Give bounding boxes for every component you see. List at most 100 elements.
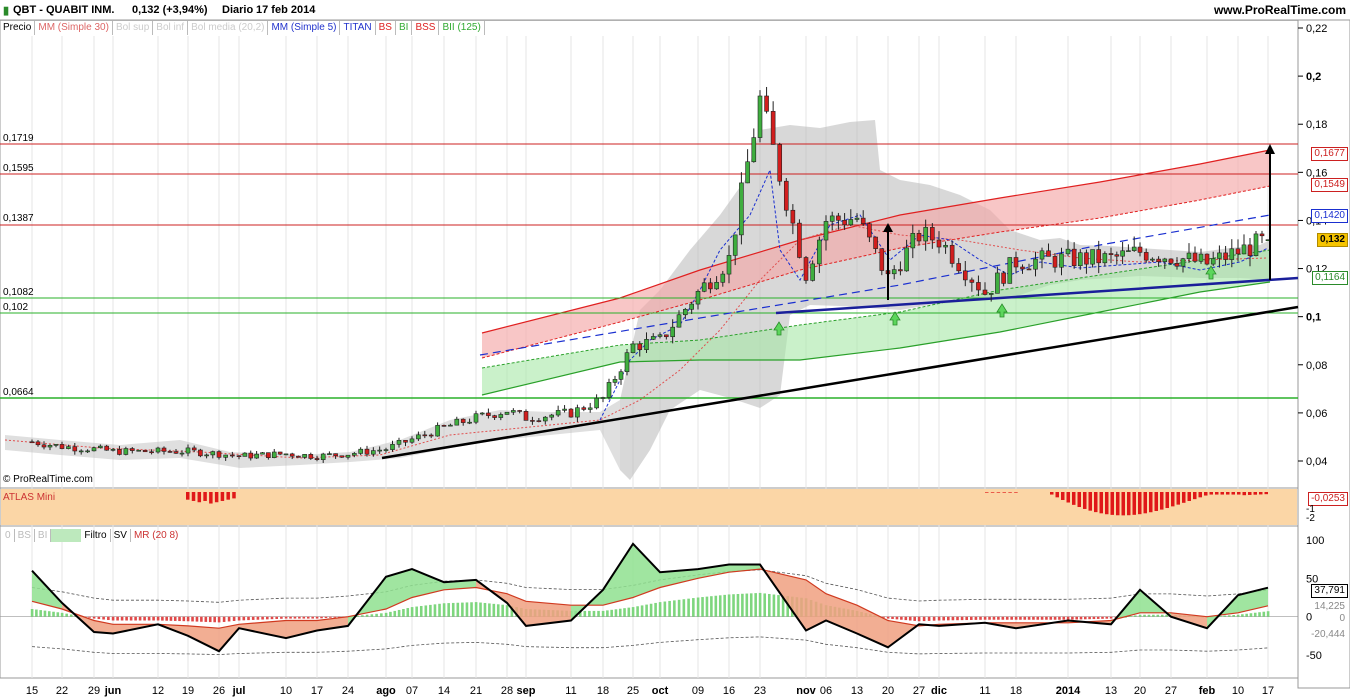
osc-histogram-bar (483, 602, 487, 617)
osc-histogram-bar (592, 610, 596, 617)
osc-histogram-bar (102, 616, 105, 620)
atlas-bar (1209, 492, 1213, 495)
osc-histogram-bar (640, 605, 644, 617)
osc-histogram-bar (147, 616, 151, 621)
osc-histogram-bar (1241, 614, 1244, 617)
osc-histogram-bar (492, 603, 496, 617)
time-tick-label: 15 (26, 685, 38, 697)
candle-body (1033, 258, 1038, 270)
osc-legend-0[interactable]: 0 (2, 529, 15, 542)
candle-body (1162, 258, 1168, 262)
atlas-title[interactable]: ATLAS Mini (3, 491, 55, 504)
atlas-bar (1253, 492, 1257, 495)
osc-legend-filtro[interactable]: Filtro (81, 529, 111, 542)
osc-legend-mr[interactable]: MR (20 8) (131, 529, 181, 542)
candle-body (1120, 250, 1125, 257)
osc-histogram-bar (1266, 611, 1270, 617)
candle-body (98, 445, 103, 448)
osc-histogram-bar (970, 616, 973, 620)
time-tick-label: 21 (470, 685, 482, 697)
atlas-bar (1094, 492, 1098, 513)
osc-histogram-bar (232, 616, 236, 621)
osc-histogram-bar (696, 597, 700, 617)
osc-histogram-bar (692, 598, 695, 617)
atlas-bar (1002, 492, 1006, 493)
atlas-bar (226, 492, 230, 500)
candle-body (66, 446, 71, 449)
osc-legend-bi[interactable]: BI (35, 529, 52, 542)
candle-body (198, 449, 203, 457)
osc-histogram-bar (951, 616, 955, 621)
candle-body (916, 233, 922, 242)
osc-histogram-bar (777, 595, 780, 617)
osc-histogram-bar (895, 616, 899, 620)
candle-body (523, 411, 529, 421)
candle-body (1150, 258, 1155, 261)
time-tick-label: jun (104, 685, 122, 697)
osc-histogram-bar (947, 616, 950, 621)
candle-body (435, 425, 440, 437)
candle-body (320, 453, 326, 460)
candle-body (664, 334, 669, 338)
osc-histogram-bar (237, 616, 241, 621)
osc-legend-sv[interactable]: SV (111, 529, 131, 542)
osc-histogram-bar (169, 616, 173, 621)
candle-body (1026, 268, 1032, 271)
osc-histogram-bar (1105, 616, 1109, 619)
time-tick-label: 22 (56, 685, 68, 697)
osc-histogram-bar (1053, 616, 1057, 620)
chart-canvas[interactable]: 0,220,20,180,160,140,120,10,080,060,04 1… (0, 0, 1350, 700)
osc-histogram-bar (30, 609, 34, 617)
candle-body (1229, 248, 1235, 260)
osc-histogram-bar (470, 602, 473, 617)
osc-histogram-bar (636, 606, 639, 617)
atlas-bar (1132, 492, 1136, 515)
candle-body (530, 420, 535, 422)
osc-histogram-bar (284, 616, 288, 619)
candle-body (504, 411, 510, 415)
atlas-bar (1105, 492, 1109, 515)
candle-body (155, 447, 161, 453)
osc-histogram-bar (1049, 616, 1053, 620)
candle-body (829, 215, 835, 222)
osc-histogram-bar (1143, 614, 1146, 617)
candle-body (1059, 253, 1064, 268)
osc-histogram-bar (293, 616, 297, 619)
osc-histogram-bar (997, 616, 1000, 620)
osc-histogram-bar (410, 607, 414, 617)
osc-histogram-bar (1079, 616, 1083, 620)
time-tick-label: 2014 (1056, 685, 1081, 697)
atlas-axis-2: -2 (1306, 513, 1315, 524)
candle-body (1210, 258, 1216, 265)
candle-body (1039, 250, 1045, 260)
candle-body (594, 397, 599, 409)
osc-histogram-bar (1005, 616, 1009, 620)
candle-body (1096, 249, 1102, 264)
osc-histogram-bar (1092, 616, 1096, 620)
candle-body (236, 455, 242, 457)
candle-body (1090, 249, 1095, 265)
level-label-01082: 0,1082 (3, 287, 34, 298)
osc-histogram-bar (280, 616, 283, 619)
candle-body (72, 446, 78, 452)
candle-body (345, 454, 351, 458)
tag-blue: 0,1420 (1311, 209, 1348, 223)
candle-body (179, 452, 185, 455)
osc-legend-swatch (51, 529, 82, 542)
candle-body (536, 420, 542, 422)
candle-body (479, 412, 485, 415)
osc-histogram-bar (298, 616, 301, 619)
atlas-bar (1204, 492, 1208, 496)
osc-histogram-bar (429, 604, 432, 617)
candle-body (136, 449, 142, 452)
candle-body (492, 415, 497, 418)
candle-body (842, 220, 847, 226)
candle-body (751, 137, 757, 163)
osc-histogram-bar (1227, 615, 1231, 617)
osc-histogram-bar (402, 609, 405, 617)
osc-histogram-bar (658, 602, 662, 617)
osc-histogram-bar (965, 616, 968, 621)
candle-body (1156, 258, 1161, 262)
osc-legend-bs[interactable]: BS (15, 529, 35, 542)
candle-body (216, 451, 222, 458)
